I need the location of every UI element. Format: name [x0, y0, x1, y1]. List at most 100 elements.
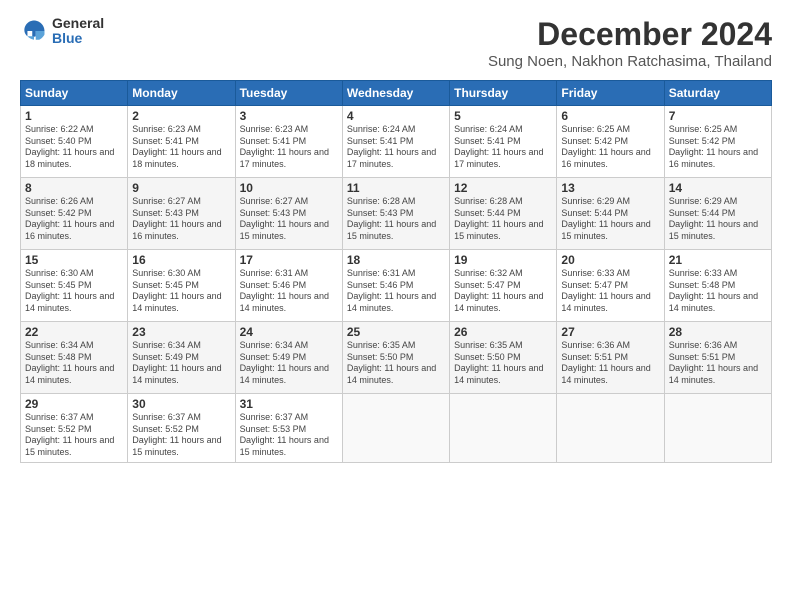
col-friday: Friday: [557, 81, 664, 106]
location-title: Sung Noen, Nakhon Ratchasima, Thailand: [488, 53, 772, 70]
col-wednesday: Wednesday: [342, 81, 449, 106]
day-number: 5: [454, 109, 552, 123]
table-row: 23 Sunrise: 6:34 AM Sunset: 5:49 PM Dayl…: [128, 322, 235, 394]
day-info: Sunrise: 6:30 AM Sunset: 5:45 PM Dayligh…: [132, 268, 230, 315]
day-info: Sunrise: 6:37 AM Sunset: 5:52 PM Dayligh…: [25, 412, 123, 459]
day-number: 20: [561, 253, 659, 267]
table-row: 5 Sunrise: 6:24 AM Sunset: 5:41 PM Dayli…: [450, 106, 557, 178]
calendar: Sunday Monday Tuesday Wednesday Thursday…: [20, 80, 772, 463]
day-info: Sunrise: 6:27 AM Sunset: 5:43 PM Dayligh…: [240, 196, 338, 243]
table-row: 7 Sunrise: 6:25 AM Sunset: 5:42 PM Dayli…: [664, 106, 771, 178]
logo-general-text: General: [52, 16, 104, 31]
logo: General Blue: [20, 16, 104, 47]
header: General Blue December 2024 Sung Noen, Na…: [20, 16, 772, 70]
table-row: [450, 394, 557, 463]
day-number: 21: [669, 253, 767, 267]
day-info: Sunrise: 6:24 AM Sunset: 5:41 PM Dayligh…: [347, 124, 445, 171]
day-number: 1: [25, 109, 123, 123]
day-number: 13: [561, 181, 659, 195]
day-number: 6: [561, 109, 659, 123]
day-number: 10: [240, 181, 338, 195]
day-info: Sunrise: 6:23 AM Sunset: 5:41 PM Dayligh…: [240, 124, 338, 171]
day-number: 9: [132, 181, 230, 195]
day-number: 30: [132, 397, 230, 411]
day-info: Sunrise: 6:33 AM Sunset: 5:48 PM Dayligh…: [669, 268, 767, 315]
table-row: 18 Sunrise: 6:31 AM Sunset: 5:46 PM Dayl…: [342, 250, 449, 322]
table-row: 15 Sunrise: 6:30 AM Sunset: 5:45 PM Dayl…: [21, 250, 128, 322]
day-number: 14: [669, 181, 767, 195]
day-info: Sunrise: 6:36 AM Sunset: 5:51 PM Dayligh…: [669, 340, 767, 387]
day-number: 24: [240, 325, 338, 339]
day-info: Sunrise: 6:22 AM Sunset: 5:40 PM Dayligh…: [25, 124, 123, 171]
logo-icon: [20, 17, 48, 45]
day-number: 29: [25, 397, 123, 411]
day-number: 12: [454, 181, 552, 195]
day-info: Sunrise: 6:26 AM Sunset: 5:42 PM Dayligh…: [25, 196, 123, 243]
title-section: December 2024 Sung Noen, Nakhon Ratchasi…: [488, 16, 772, 70]
day-info: Sunrise: 6:32 AM Sunset: 5:47 PM Dayligh…: [454, 268, 552, 315]
day-number: 31: [240, 397, 338, 411]
day-number: 2: [132, 109, 230, 123]
day-number: 15: [25, 253, 123, 267]
table-row: 9 Sunrise: 6:27 AM Sunset: 5:43 PM Dayli…: [128, 178, 235, 250]
day-info: Sunrise: 6:29 AM Sunset: 5:44 PM Dayligh…: [669, 196, 767, 243]
table-row: 28 Sunrise: 6:36 AM Sunset: 5:51 PM Dayl…: [664, 322, 771, 394]
day-info: Sunrise: 6:29 AM Sunset: 5:44 PM Dayligh…: [561, 196, 659, 243]
col-thursday: Thursday: [450, 81, 557, 106]
table-row: [557, 394, 664, 463]
page: General Blue December 2024 Sung Noen, Na…: [0, 0, 792, 612]
day-info: Sunrise: 6:31 AM Sunset: 5:46 PM Dayligh…: [347, 268, 445, 315]
table-row: 22 Sunrise: 6:34 AM Sunset: 5:48 PM Dayl…: [21, 322, 128, 394]
day-info: Sunrise: 6:31 AM Sunset: 5:46 PM Dayligh…: [240, 268, 338, 315]
day-info: Sunrise: 6:37 AM Sunset: 5:52 PM Dayligh…: [132, 412, 230, 459]
day-info: Sunrise: 6:23 AM Sunset: 5:41 PM Dayligh…: [132, 124, 230, 171]
table-row: 29 Sunrise: 6:37 AM Sunset: 5:52 PM Dayl…: [21, 394, 128, 463]
day-number: 16: [132, 253, 230, 267]
day-info: Sunrise: 6:28 AM Sunset: 5:43 PM Dayligh…: [347, 196, 445, 243]
table-row: 3 Sunrise: 6:23 AM Sunset: 5:41 PM Dayli…: [235, 106, 342, 178]
table-row: 10 Sunrise: 6:27 AM Sunset: 5:43 PM Dayl…: [235, 178, 342, 250]
day-number: 28: [669, 325, 767, 339]
table-row: 30 Sunrise: 6:37 AM Sunset: 5:52 PM Dayl…: [128, 394, 235, 463]
day-info: Sunrise: 6:34 AM Sunset: 5:49 PM Dayligh…: [240, 340, 338, 387]
day-number: 22: [25, 325, 123, 339]
day-info: Sunrise: 6:28 AM Sunset: 5:44 PM Dayligh…: [454, 196, 552, 243]
table-row: 31 Sunrise: 6:37 AM Sunset: 5:53 PM Dayl…: [235, 394, 342, 463]
table-row: 27 Sunrise: 6:36 AM Sunset: 5:51 PM Dayl…: [557, 322, 664, 394]
table-row: 17 Sunrise: 6:31 AM Sunset: 5:46 PM Dayl…: [235, 250, 342, 322]
day-info: Sunrise: 6:35 AM Sunset: 5:50 PM Dayligh…: [347, 340, 445, 387]
table-row: 1 Sunrise: 6:22 AM Sunset: 5:40 PM Dayli…: [21, 106, 128, 178]
table-row: 12 Sunrise: 6:28 AM Sunset: 5:44 PM Dayl…: [450, 178, 557, 250]
table-row: 26 Sunrise: 6:35 AM Sunset: 5:50 PM Dayl…: [450, 322, 557, 394]
table-row: 13 Sunrise: 6:29 AM Sunset: 5:44 PM Dayl…: [557, 178, 664, 250]
day-number: 11: [347, 181, 445, 195]
day-info: Sunrise: 6:25 AM Sunset: 5:42 PM Dayligh…: [669, 124, 767, 171]
day-info: Sunrise: 6:30 AM Sunset: 5:45 PM Dayligh…: [25, 268, 123, 315]
day-number: 17: [240, 253, 338, 267]
month-title: December 2024: [488, 16, 772, 53]
table-row: 11 Sunrise: 6:28 AM Sunset: 5:43 PM Dayl…: [342, 178, 449, 250]
day-info: Sunrise: 6:33 AM Sunset: 5:47 PM Dayligh…: [561, 268, 659, 315]
table-row: 21 Sunrise: 6:33 AM Sunset: 5:48 PM Dayl…: [664, 250, 771, 322]
day-number: 26: [454, 325, 552, 339]
day-number: 23: [132, 325, 230, 339]
logo-text: General Blue: [52, 16, 104, 47]
day-number: 8: [25, 181, 123, 195]
table-row: 8 Sunrise: 6:26 AM Sunset: 5:42 PM Dayli…: [21, 178, 128, 250]
day-info: Sunrise: 6:37 AM Sunset: 5:53 PM Dayligh…: [240, 412, 338, 459]
col-sunday: Sunday: [21, 81, 128, 106]
day-info: Sunrise: 6:36 AM Sunset: 5:51 PM Dayligh…: [561, 340, 659, 387]
table-row: 16 Sunrise: 6:30 AM Sunset: 5:45 PM Dayl…: [128, 250, 235, 322]
day-number: 27: [561, 325, 659, 339]
col-monday: Monday: [128, 81, 235, 106]
col-saturday: Saturday: [664, 81, 771, 106]
day-number: 19: [454, 253, 552, 267]
table-row: 2 Sunrise: 6:23 AM Sunset: 5:41 PM Dayli…: [128, 106, 235, 178]
day-number: 18: [347, 253, 445, 267]
table-row: 4 Sunrise: 6:24 AM Sunset: 5:41 PM Dayli…: [342, 106, 449, 178]
day-number: 4: [347, 109, 445, 123]
table-row: 19 Sunrise: 6:32 AM Sunset: 5:47 PM Dayl…: [450, 250, 557, 322]
table-row: 20 Sunrise: 6:33 AM Sunset: 5:47 PM Dayl…: [557, 250, 664, 322]
day-info: Sunrise: 6:24 AM Sunset: 5:41 PM Dayligh…: [454, 124, 552, 171]
day-info: Sunrise: 6:27 AM Sunset: 5:43 PM Dayligh…: [132, 196, 230, 243]
